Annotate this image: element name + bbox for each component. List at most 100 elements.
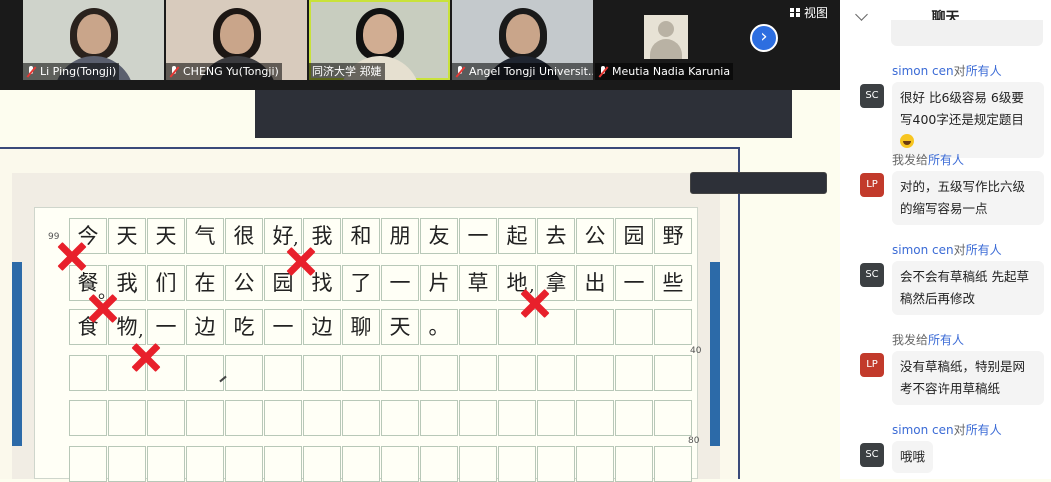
grid-cell: 公 bbox=[225, 265, 263, 301]
grid-cell: 片 bbox=[420, 265, 458, 301]
participant-name-tag: CHENG Yu(Tongji) bbox=[166, 63, 282, 80]
chat-bubble-partial bbox=[891, 20, 1043, 46]
grid-cell bbox=[342, 446, 380, 482]
grid-cell bbox=[69, 446, 107, 482]
grid-cell: 一 bbox=[615, 265, 653, 301]
recipient-name[interactable]: 所有人 bbox=[966, 423, 1002, 437]
grid-cell bbox=[303, 446, 341, 482]
grid-cell: 边 bbox=[186, 309, 224, 345]
recipient-prefix: 发给 bbox=[904, 153, 929, 167]
participant-name-tag: Angel Tongji Universit... bbox=[452, 63, 593, 80]
grid-cell: 聊 bbox=[342, 309, 380, 345]
annotation-toolbar[interactable] bbox=[690, 172, 827, 194]
grid-row: 今天天气很好我和朋友一起去公园野 bbox=[69, 218, 693, 254]
grid-cell: 在 bbox=[186, 265, 224, 301]
chat-bubble: 对的，五级写作比六级的缩写容易一点 bbox=[892, 171, 1044, 225]
grid-row bbox=[69, 400, 693, 436]
recipient-prefix: 发给 bbox=[904, 333, 929, 347]
recipient-prefix: 对 bbox=[953, 243, 966, 257]
error-x-mark-icon bbox=[520, 288, 550, 318]
grid-cell bbox=[654, 446, 692, 482]
grid-cell: 一 bbox=[264, 309, 302, 345]
participant-tile[interactable]: Li Ping(Tongji) bbox=[23, 0, 164, 80]
grid-row bbox=[69, 355, 693, 391]
grid-cell: 野 bbox=[654, 218, 692, 254]
chat-message-meta: simon cen对所有人 bbox=[892, 421, 1002, 438]
page-edge-right bbox=[710, 262, 720, 446]
grid-cell: 们 bbox=[147, 265, 185, 301]
next-page-arrow-icon[interactable]: › bbox=[750, 24, 778, 52]
chat-bubble: 没有草稿纸，特别是网考不容许用草稿纸 bbox=[892, 351, 1044, 405]
grid-cell bbox=[147, 446, 185, 482]
error-x-mark-icon bbox=[88, 293, 118, 323]
recipient-name[interactable]: 所有人 bbox=[966, 243, 1002, 257]
grid-cell bbox=[303, 355, 341, 391]
chat-message-meta: simon cen对所有人 bbox=[892, 62, 1002, 79]
grid-cell: 天 bbox=[108, 218, 146, 254]
chat-message-meta: 我发给所有人 bbox=[892, 331, 964, 348]
grid-cell: 气 bbox=[186, 218, 224, 254]
grid-cell bbox=[381, 355, 419, 391]
participant-name-tag: Meutia Nadia Karunia bbox=[595, 63, 734, 80]
grid-cell: 去 bbox=[537, 218, 575, 254]
sender-name[interactable]: simon cen bbox=[892, 64, 954, 78]
grid-cell bbox=[69, 355, 107, 391]
grid-cell: 和 bbox=[342, 218, 380, 254]
participant-tile[interactable]: CHENG Yu(Tongji) bbox=[166, 0, 307, 80]
error-x-mark-icon bbox=[286, 246, 316, 276]
inserted-punctuation: , bbox=[133, 275, 139, 296]
laughing-emoji-icon bbox=[900, 134, 914, 148]
recipient-name[interactable]: 所有人 bbox=[966, 64, 1002, 78]
sender-name: 我 bbox=[892, 153, 905, 167]
grid-cell: 草 bbox=[459, 265, 497, 301]
grid-cell: 一 bbox=[459, 218, 497, 254]
recipient-name[interactable]: 所有人 bbox=[928, 153, 964, 167]
grid-cell bbox=[615, 400, 653, 436]
sender-name: 我 bbox=[892, 333, 905, 347]
inserted-punctuation: , bbox=[138, 320, 144, 341]
grid-cell bbox=[537, 400, 575, 436]
muted-mic-icon bbox=[598, 65, 608, 78]
grid-cell bbox=[459, 446, 497, 482]
grid-cell: 天 bbox=[381, 309, 419, 345]
grid-cell bbox=[459, 400, 497, 436]
grid-cell bbox=[225, 355, 263, 391]
video-strip: Li Ping(Tongji) CHENG Yu(Tongji) 同济大学 郑婕… bbox=[0, 0, 840, 90]
screen-share-overlay-bar bbox=[255, 90, 792, 138]
grid-cell: 些 bbox=[654, 265, 692, 301]
grid-cell bbox=[537, 446, 575, 482]
participant-tile-active-speaker[interactable]: 同济大学 郑婕 bbox=[309, 0, 450, 80]
grid-cell bbox=[420, 400, 458, 436]
grid-cell bbox=[420, 446, 458, 482]
grid-cell bbox=[264, 355, 302, 391]
page-edge-left bbox=[12, 262, 22, 446]
grid-cell bbox=[576, 355, 614, 391]
grid-cell: 天 bbox=[147, 218, 185, 254]
error-x-mark-icon bbox=[57, 241, 87, 271]
grid-cell bbox=[381, 400, 419, 436]
participant-name-tag: 同济大学 郑婕 bbox=[309, 63, 385, 80]
grid-cell bbox=[342, 400, 380, 436]
grid-cell bbox=[459, 309, 497, 345]
grid-cell bbox=[654, 400, 692, 436]
recipient-name[interactable]: 所有人 bbox=[928, 333, 964, 347]
grid-cell bbox=[615, 446, 653, 482]
grid-cell bbox=[576, 446, 614, 482]
grid-cell: 一 bbox=[381, 265, 419, 301]
sender-name[interactable]: simon cen bbox=[892, 423, 954, 437]
grid-cell bbox=[225, 400, 263, 436]
chat-bubble: 会不会有草稿纸 先起草稿然后再修改 bbox=[892, 261, 1044, 315]
view-button[interactable]: 视图 bbox=[790, 4, 828, 21]
grid-cell bbox=[186, 355, 224, 391]
grid-row: 餐我们在公园找了一片草地拿出一些 bbox=[69, 265, 693, 301]
participant-tile[interactable]: Angel Tongji Universit... bbox=[452, 0, 593, 80]
grid-cell bbox=[498, 355, 536, 391]
muted-mic-icon bbox=[169, 65, 179, 78]
grid-cell bbox=[108, 400, 146, 436]
chat-message-meta: 我发给所有人 bbox=[892, 151, 964, 168]
participant-tile[interactable]: Meutia Nadia Karunia bbox=[595, 0, 736, 80]
error-x-mark-icon bbox=[131, 342, 161, 372]
sender-name[interactable]: simon cen bbox=[892, 243, 954, 257]
grid-row bbox=[69, 446, 693, 482]
grid-cell bbox=[264, 400, 302, 436]
